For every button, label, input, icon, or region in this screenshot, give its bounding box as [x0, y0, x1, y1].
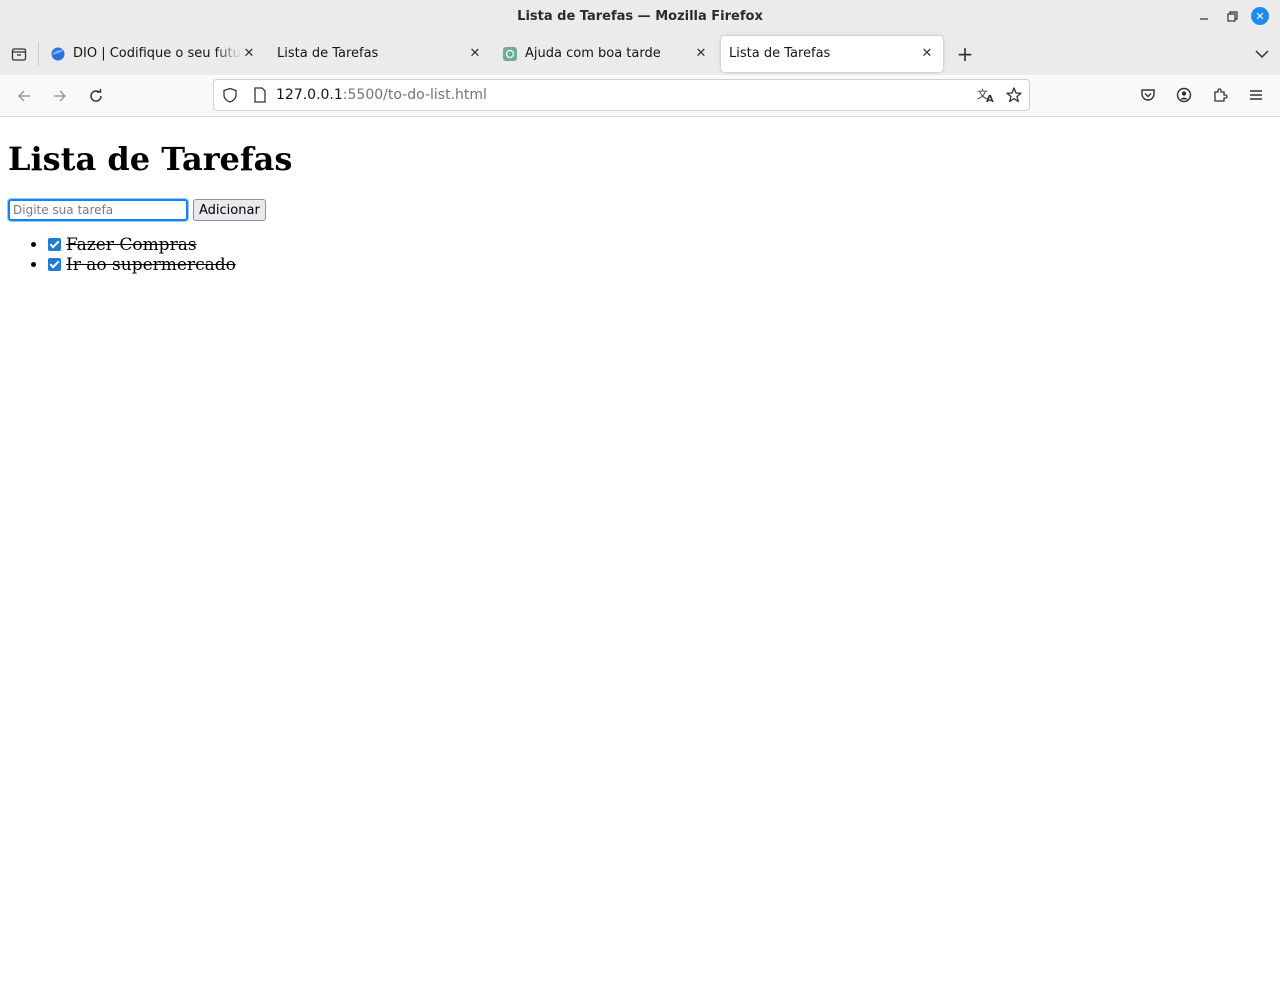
forward-icon[interactable]: [42, 80, 78, 112]
pocket-icon[interactable]: [1130, 79, 1166, 111]
task-input[interactable]: [7, 198, 189, 223]
tab-close-icon[interactable]: ✕: [467, 46, 483, 62]
extensions-icon[interactable]: [1202, 79, 1238, 111]
url-path: :5500/to-do-list.html: [342, 87, 487, 103]
url-text: 127.0.0.1:5500/to-do-list.html: [276, 87, 487, 103]
window-titlebar: Lista de Tarefas — Mozilla Firefox ✕: [0, 0, 1280, 32]
task-text: Ir ao supermercado: [66, 255, 236, 276]
window-controls: ✕: [1190, 0, 1274, 32]
minimize-icon[interactable]: [1190, 0, 1218, 32]
firefox-view-icon[interactable]: [0, 32, 38, 75]
tab-lista-de-tarefas[interactable]: Lista de Tarefas ✕: [269, 36, 491, 72]
task-text: Fazer Compras: [66, 235, 197, 256]
tab-label: Lista de Tarefas: [277, 46, 379, 61]
url-bar[interactable]: 127.0.0.1:5500/to-do-list.html 文A: [213, 79, 1030, 111]
tab-label: DIO | Codifique o seu futuro: [73, 46, 241, 61]
task-checkbox[interactable]: [48, 258, 61, 272]
tab-bar: DIO | Codifique o seu futuro ✕ Lista de …: [0, 32, 1280, 75]
svg-text:A: A: [986, 94, 994, 103]
tab-close-icon[interactable]: ✕: [693, 46, 709, 62]
add-button[interactable]: Adicionar: [193, 199, 266, 222]
reload-icon[interactable]: [78, 80, 114, 112]
tab-label: Ajuda com boa tarde: [525, 46, 661, 61]
account-icon[interactable]: [1166, 79, 1202, 111]
chatgpt-icon: [503, 46, 517, 61]
tab-ajuda[interactable]: Ajuda com boa tarde ✕: [495, 36, 717, 72]
menu-icon[interactable]: [1238, 79, 1274, 111]
page-content: Lista de Tarefas Adicionar Fazer Compras…: [0, 140, 1280, 275]
task-form: Adicionar: [7, 198, 1272, 223]
list-item: Fazer Compras: [48, 235, 1272, 255]
list-all-tabs-icon[interactable]: [1252, 44, 1272, 64]
list-item: Ir ao supermercado: [48, 255, 1272, 275]
task-checkbox[interactable]: [48, 238, 61, 252]
bookmark-star-icon[interactable]: [1005, 86, 1023, 108]
tab-close-icon[interactable]: ✕: [241, 46, 257, 62]
tab-label: Lista de Tarefas: [729, 46, 831, 61]
tab-lista-de-tarefas-active[interactable]: Lista de Tarefas ✕: [721, 35, 943, 72]
new-tab-icon[interactable]: +: [949, 38, 981, 70]
page-title: Lista de Tarefas: [8, 140, 293, 178]
tab-separator: [38, 41, 39, 66]
task-list: Fazer Compras Ir ao supermercado: [8, 235, 1272, 275]
url-host: 127.0.0.1: [276, 87, 343, 103]
close-icon: ✕: [1251, 7, 1269, 25]
dio-logo-icon: [51, 47, 65, 60]
toolbar-right: [1130, 79, 1274, 111]
back-icon[interactable]: [6, 80, 42, 112]
shield-icon[interactable]: [214, 87, 246, 103]
restore-icon[interactable]: [1218, 0, 1246, 32]
tab-close-icon[interactable]: ✕: [919, 46, 935, 62]
window-title: Lista de Tarefas — Mozilla Firefox: [517, 8, 763, 24]
navigation-toolbar: 127.0.0.1:5500/to-do-list.html 文A: [0, 75, 1280, 117]
tab-dio[interactable]: DIO | Codifique o seu futuro ✕: [43, 36, 265, 72]
page-info-icon[interactable]: [246, 87, 274, 103]
translate-icon[interactable]: 文A: [977, 87, 995, 107]
close-window-button[interactable]: ✕: [1246, 0, 1274, 32]
